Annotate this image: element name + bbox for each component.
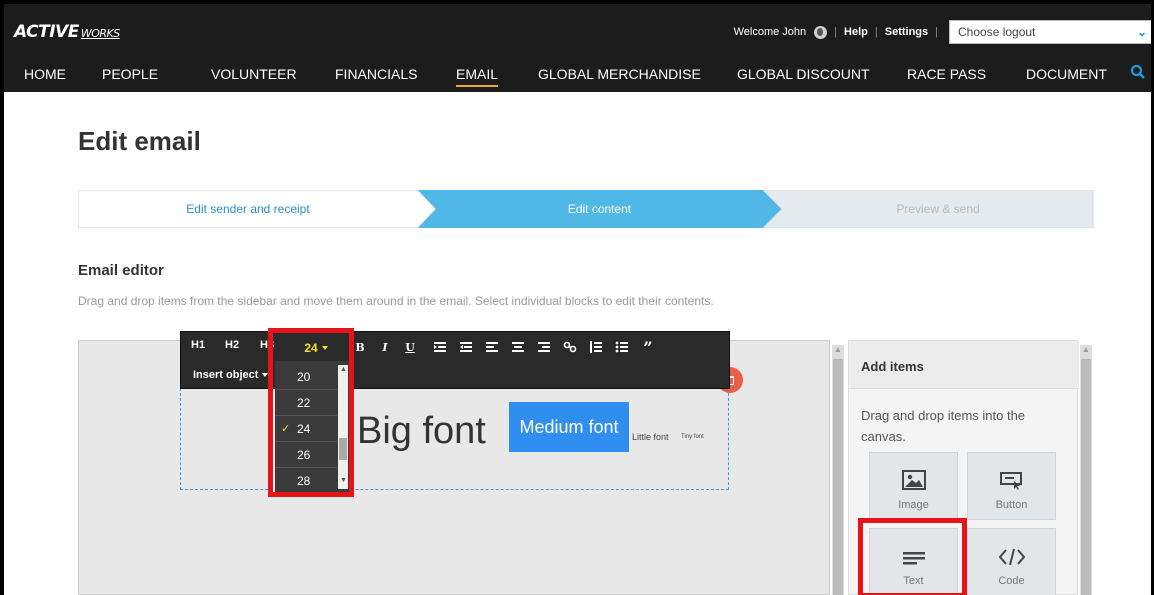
logo-main: ACTIVE [14, 22, 79, 42]
sidebar-title: Add items [849, 341, 1079, 389]
medium-font-text-selected[interactable]: Medium font [509, 402, 629, 452]
email-editor-description: Drag and drop items from the sidebar and… [78, 294, 714, 308]
italic-button[interactable]: I [376, 338, 394, 356]
search-icon[interactable] [1130, 64, 1146, 80]
align-center-icon[interactable] [509, 338, 527, 356]
insert-object-dropdown[interactable]: Insert object [193, 369, 269, 381]
nav-item-financials[interactable]: FINANCIALS [335, 66, 417, 82]
font-size-option-label: 24 [297, 421, 311, 436]
nav-item-global-merchandise[interactable]: GLOBAL MERCHANDISE [538, 66, 701, 82]
font-size-option-selected[interactable]: ✓ 24 [275, 416, 337, 442]
logout-select[interactable]: Choose logout ⌄ [949, 20, 1154, 44]
ordered-list-icon[interactable] [587, 338, 605, 356]
page-title: Edit email [78, 126, 201, 156]
check-icon: ✓ [281, 423, 291, 435]
account-bar: Welcome John | Help | Settings | Choose … [733, 20, 1154, 44]
scrollbar-thumb[interactable] [339, 438, 347, 460]
nav-item-home[interactable]: HOME [24, 66, 66, 82]
font-size-option-label: 28 [297, 474, 311, 488]
welcome-text: Welcome John [733, 26, 807, 38]
scrollbar-thumb[interactable] [1081, 359, 1091, 595]
button-item-label: Button [995, 499, 1028, 511]
font-size-option-label: 22 [297, 395, 311, 410]
text-item-label: Text [903, 575, 924, 587]
bulleted-list-icon[interactable] [613, 338, 631, 356]
progress-steps: Edit sender and receipt Edit content Pre… [78, 190, 1094, 228]
align-left-icon[interactable] [483, 338, 501, 356]
help-link[interactable]: Help [844, 26, 868, 38]
code-item[interactable]: Code [967, 528, 1056, 595]
code-item-label: Code [998, 575, 1025, 587]
image-item-label: Image [898, 499, 929, 511]
align-right-icon[interactable] [535, 338, 553, 356]
sidebar-description: Drag and drop items into the canvas. [861, 408, 1026, 444]
globe-icon[interactable] [814, 25, 828, 39]
font-size-dropdown[interactable]: 24 [290, 336, 342, 360]
nav-item-race-pass[interactable]: RACE PASS [907, 66, 986, 82]
top-bar: ACTIVE WORKS Welcome John | Help | Settin… [0, 0, 1154, 58]
main-nav: HOME PEOPLE VOLUNTEER FINANCIALS EMAIL G… [0, 58, 1154, 92]
scroll-up-arrow-icon[interactable]: ▲ [340, 366, 347, 373]
outdent-icon[interactable] [431, 338, 449, 356]
nav-item-global-discount[interactable]: GLOBAL DISCOUNT [737, 66, 870, 82]
big-font-text[interactable]: Big font [357, 410, 486, 453]
nav-item-document[interactable]: DOCUMENT [1026, 66, 1107, 82]
text-icon [902, 552, 925, 565]
chevron-down-icon: ⌄ [1136, 25, 1147, 39]
logout-select-value: Choose logout [958, 25, 1036, 39]
link-icon[interactable] [561, 338, 579, 356]
font-size-option-label: 26 [297, 447, 311, 462]
font-size-option[interactable]: 20 [275, 364, 337, 390]
separator: | [874, 26, 878, 38]
indent-icon[interactable] [457, 338, 475, 356]
nav-item-volunteer[interactable]: VOLUNTEER [211, 66, 297, 82]
heading-1-button[interactable]: H1 [191, 339, 205, 351]
scrollbar-thumb[interactable] [833, 359, 843, 595]
font-size-option[interactable]: 22 [275, 390, 337, 416]
separator: | [834, 26, 838, 38]
insert-object-label: Insert object [193, 369, 259, 381]
sidebar-scrollbar[interactable]: ▲ [1080, 345, 1092, 595]
blockquote-icon[interactable]: ” [639, 338, 657, 357]
step-preview-send: Preview & send [896, 202, 980, 216]
font-size-option-label: 20 [297, 369, 311, 384]
scroll-up-arrow-icon[interactable]: ▲ [834, 345, 842, 354]
caret-down-icon [321, 346, 328, 350]
image-icon [901, 470, 926, 490]
button-item[interactable]: Button [967, 452, 1056, 520]
settings-link[interactable]: Settings [885, 26, 928, 38]
email-editor-heading: Email editor [78, 262, 164, 279]
code-icon [998, 548, 1025, 566]
nav-item-email[interactable]: EMAIL [456, 66, 499, 87]
little-font-text[interactable]: Little font [632, 432, 669, 442]
button-icon [999, 472, 1022, 490]
bold-button[interactable]: B [351, 338, 369, 356]
heading-3-button[interactable]: H3 [260, 339, 274, 351]
scroll-up-arrow-icon[interactable]: ▲ [1082, 345, 1090, 354]
canvas-scrollbar[interactable]: ▲ [832, 345, 844, 595]
text-format-toolbar: H1 H2 H3 B I U ” Insert object [180, 331, 730, 389]
step-edit-content[interactable]: Edit content [436, 190, 763, 228]
font-size-option[interactable]: 26 [275, 442, 337, 468]
heading-2-button[interactable]: H2 [225, 339, 239, 351]
image-item[interactable]: Image [869, 452, 958, 520]
separator: | [935, 26, 938, 38]
font-size-value: 24 [304, 341, 318, 355]
step-edit-sender[interactable]: Edit sender and receipt [78, 190, 418, 228]
font-size-menu-scrollbar[interactable]: ▲ ▼ [338, 365, 348, 489]
tiny-font-text[interactable]: Tiny font [681, 434, 704, 440]
nav-item-people[interactable]: PEOPLE [102, 66, 158, 82]
add-items-sidebar: Add items Drag and drop items into the c… [848, 340, 1079, 595]
text-item[interactable]: Text [869, 528, 958, 595]
caret-down-icon [262, 373, 269, 378]
font-size-option[interactable]: 28 [275, 468, 337, 494]
scroll-down-arrow-icon[interactable]: ▼ [340, 477, 347, 484]
activeworks-logo[interactable]: ACTIVE WORKS [14, 22, 120, 42]
underline-button[interactable]: U [401, 338, 419, 356]
logo-sub: WORKS [80, 27, 120, 40]
